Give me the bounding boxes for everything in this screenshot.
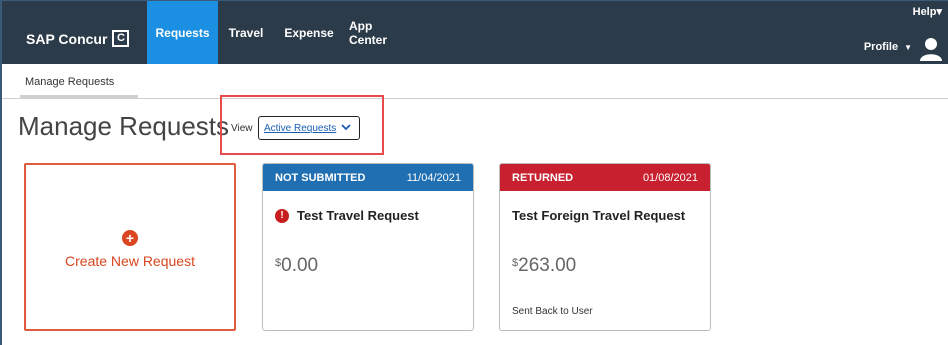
nav-tab-expense[interactable]: Expense <box>284 1 334 64</box>
request-date: 11/04/2021 <box>406 172 461 184</box>
create-new-request-label: Create New Request <box>65 253 195 269</box>
currency-symbol: $ <box>275 257 282 269</box>
request-status-header: RETURNED 01/08/2021 <box>500 164 710 191</box>
nav-tab-requests[interactable]: Requests <box>147 1 218 64</box>
create-new-request-card[interactable]: + Create New Request <box>24 163 236 331</box>
request-status-header: NOT SUBMITTED 11/04/2021 <box>263 164 473 191</box>
caret-down-icon: ▼ <box>904 42 912 52</box>
request-amount: $263.00 <box>512 255 576 277</box>
nav-tab-travel[interactable]: Travel <box>224 1 268 64</box>
help-menu[interactable]: Help▾ <box>913 5 942 18</box>
page-title: Manage Requests <box>18 111 230 141</box>
currency-symbol: $ <box>512 257 519 269</box>
logo-text: SAP Concur <box>26 30 108 47</box>
request-card[interactable]: NOT SUBMITTED 11/04/2021 ! Test Travel R… <box>262 163 474 331</box>
profile-label: Profile <box>863 41 899 53</box>
request-title: Test Foreign Travel Request <box>512 208 686 223</box>
active-tab-indicator <box>20 95 138 99</box>
app-window: SAP Concur C Requests Travel Expense App… <box>0 0 948 345</box>
sap-concur-logo[interactable]: SAP Concur C <box>26 30 130 47</box>
nav-tab-app-center[interactable]: App Center <box>349 1 413 64</box>
request-title: Test Travel Request <box>297 208 419 223</box>
logo-mark-icon: C <box>112 30 130 47</box>
plus-circle-icon: + <box>122 230 138 246</box>
exclamation-circle-icon: ! <box>275 208 289 223</box>
request-status-note: Sent Back to User <box>512 306 593 317</box>
nav-tab-label: Travel <box>228 25 264 40</box>
nav-tab-label: App Center <box>349 18 388 47</box>
request-card[interactable]: RETURNED 01/08/2021 Test Foreign Travel … <box>499 163 711 331</box>
request-status: NOT SUBMITTED <box>275 172 366 184</box>
sub-navigation: Manage Requests <box>2 64 948 99</box>
amount-value: 263.00 <box>518 255 577 276</box>
help-label: Help <box>912 6 937 18</box>
profile-menu[interactable]: Profile ▼ <box>864 41 912 53</box>
top-navigation-bar: SAP Concur C Requests Travel Expense App… <box>2 1 948 64</box>
user-avatar-icon[interactable] <box>920 37 942 61</box>
request-date: 01/08/2021 <box>642 172 698 184</box>
breadcrumb-manage-requests[interactable]: Manage Requests <box>25 76 114 88</box>
request-status: RETURNED <box>512 172 574 184</box>
annotation-highlight <box>220 95 384 155</box>
amount-value: 0.00 <box>281 255 319 276</box>
request-title-row: ! Test Travel Request <box>275 208 419 223</box>
request-title-row: Test Foreign Travel Request <box>512 208 685 223</box>
request-amount: $0.00 <box>275 255 318 277</box>
chevron-down-icon: ▾ <box>936 6 942 18</box>
nav-tab-label: Requests <box>155 25 210 40</box>
nav-tab-label: Expense <box>284 25 334 40</box>
